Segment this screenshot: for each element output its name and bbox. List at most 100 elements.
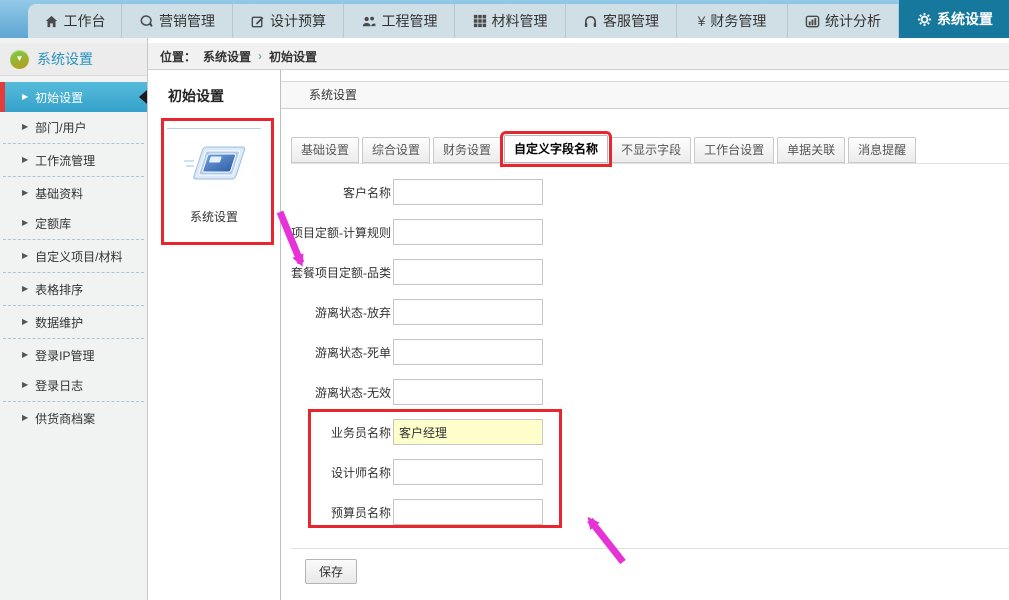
nav-item-label: 客服管理 xyxy=(603,11,659,31)
triangle-bullet-icon: ▶ xyxy=(22,381,28,389)
content-area: 系统设置 基础设置 综合设置 财务设置 自定义字段名称 不显示字段 工作台设置 … xyxy=(281,70,1009,600)
form-row: 客户名称 xyxy=(291,172,1009,212)
field-label-project-quota-rule: 项目定额-计算规则 xyxy=(291,224,391,241)
customer-name-field[interactable] xyxy=(393,179,543,205)
nav-item-materials[interactable]: 材料管理 xyxy=(455,4,566,38)
breadcrumb-item-initial-settings: 初始设置 xyxy=(269,48,317,65)
tab-hidden-fields[interactable]: 不显示字段 xyxy=(611,137,691,163)
tab-general-settings[interactable]: 综合设置 xyxy=(362,137,430,163)
panel-title: 初始设置 xyxy=(168,86,280,106)
triangle-bullet-icon: ▶ xyxy=(22,189,28,197)
tab-message-reminder[interactable]: 消息提醒 xyxy=(848,137,916,163)
sidebar-separator xyxy=(3,239,144,240)
sidebar-separator xyxy=(3,305,144,306)
triangle-bullet-icon: ▶ xyxy=(22,93,28,101)
sidebar-item-login-ip[interactable]: ▶ 登录IP管理 xyxy=(0,340,147,370)
triangle-bullet-icon: ▶ xyxy=(22,123,28,131)
headset-icon xyxy=(583,14,598,29)
nav-item-design-budget[interactable]: 设计预算 xyxy=(233,4,344,38)
triangle-bullet-icon: ▶ xyxy=(22,252,28,260)
nav-item-label: 工程管理 xyxy=(382,11,438,31)
sidebar-separator xyxy=(3,272,144,273)
tab-workbench-settings[interactable]: 工作台设置 xyxy=(694,137,774,163)
field-label-package-quota-category: 套餐项目定额-品类 xyxy=(291,264,391,281)
sidebar-item-supplier-archive[interactable]: ▶ 供货商档案 xyxy=(0,403,147,433)
sidebar-separator xyxy=(3,176,144,177)
triangle-bullet-icon: ▶ xyxy=(22,156,28,164)
sidebar-item-login-log[interactable]: ▶ 登录日志 xyxy=(0,370,147,400)
nav-item-finance[interactable]: ¥ 财务管理 xyxy=(677,4,788,38)
sidebar-separator xyxy=(3,401,144,402)
yen-icon: ¥ xyxy=(698,14,706,28)
sidebar-item-workflow[interactable]: ▶ 工作流管理 xyxy=(0,145,147,175)
nav-item-marketing[interactable]: 营销管理 xyxy=(122,4,233,38)
form-row: 设计师名称 xyxy=(291,452,1009,492)
form-divider xyxy=(291,548,1009,549)
free-status-dead-field[interactable] xyxy=(393,339,543,365)
field-label-estimator-name: 预算员名称 xyxy=(291,504,391,521)
grid-icon xyxy=(473,14,487,28)
gear-icon xyxy=(917,12,932,27)
sidebar-item-data-maintenance[interactable]: ▶ 数据维护 xyxy=(0,307,147,337)
form-row: 游离状态-放弃 xyxy=(291,292,1009,332)
sidebar-item-table-sorting[interactable]: ▶ 表格排序 xyxy=(0,274,147,304)
sidebar-separator xyxy=(3,143,144,144)
sidebar-separator xyxy=(3,338,144,339)
breadcrumb-item-system-settings[interactable]: 系统设置 xyxy=(203,48,251,65)
sidebar-item-initial-settings[interactable]: ▶ 初始设置 xyxy=(0,82,147,112)
field-label-free-status-invalid: 游离状态-无效 xyxy=(291,384,391,401)
field-label-free-status-dead: 游离状态-死单 xyxy=(291,344,391,361)
nav-item-statistics[interactable]: 统计分析 xyxy=(788,4,899,38)
sidebar: ▼ 系统设置 ▶ 初始设置 ▶ 部门/用户 ▶ 工作流管理 xyxy=(0,38,148,600)
module-panel: 初始设置 xyxy=(148,70,281,600)
chevron-down-icon: ▼ xyxy=(10,50,29,69)
edit-icon xyxy=(250,14,265,29)
system-settings-icon-label: 系统设置 xyxy=(148,208,280,225)
tab-document-relations[interactable]: 单据关联 xyxy=(777,137,845,163)
nav-item-label: 统计分析 xyxy=(825,11,881,31)
save-button[interactable]: 保存 xyxy=(305,559,357,584)
tab-custom-field-names[interactable]: 自定义字段名称 xyxy=(504,135,608,163)
sidebar-item-departments-users[interactable]: ▶ 部门/用户 xyxy=(0,112,147,142)
tab-basic-settings[interactable]: 基础设置 xyxy=(291,137,359,163)
users-icon xyxy=(361,14,377,29)
field-label-designer-name: 设计师名称 xyxy=(291,464,391,481)
breadcrumb-prefix: 位置： xyxy=(160,48,196,65)
nav-item-label: 财务管理 xyxy=(710,11,766,31)
salesperson-name-field[interactable] xyxy=(393,419,543,445)
nav-item-label: 设计预算 xyxy=(270,11,326,31)
triangle-bullet-icon: ▶ xyxy=(22,219,28,227)
project-quota-rule-field[interactable] xyxy=(393,219,543,245)
nav-item-label: 营销管理 xyxy=(159,11,215,31)
nav-item-customer-service[interactable]: 客服管理 xyxy=(566,4,677,38)
triangle-bullet-icon: ▶ xyxy=(22,351,28,359)
nav-item-system-settings[interactable]: 系统设置 xyxy=(899,0,1009,38)
nav-item-label: 系统设置 xyxy=(937,9,993,29)
sidebar-item-quota-library[interactable]: ▶ 定额库 xyxy=(0,208,147,238)
free-status-invalid-field[interactable] xyxy=(393,379,543,405)
free-status-abandon-field[interactable] xyxy=(393,299,543,325)
chat-icon xyxy=(139,14,154,29)
triangle-bullet-icon: ▶ xyxy=(22,318,28,326)
triangle-bullet-icon: ▶ xyxy=(22,414,28,422)
nav-item-engineering[interactable]: 工程管理 xyxy=(344,4,455,38)
package-quota-category-field[interactable] xyxy=(393,259,543,285)
sidebar-header[interactable]: ▼ 系统设置 xyxy=(0,43,147,76)
home-icon xyxy=(44,14,59,29)
settings-tabs: 基础设置 综合设置 财务设置 自定义字段名称 不显示字段 工作台设置 单据关联 … xyxy=(291,135,1009,164)
breadcrumb: 位置： 系统设置 › 初始设置 xyxy=(148,43,1009,70)
nav-item-label: 工作台 xyxy=(64,11,106,31)
tab-finance-settings[interactable]: 财务设置 xyxy=(433,137,501,163)
designer-name-field[interactable] xyxy=(393,459,543,485)
app-window: 工作台 营销管理 设计预算 工程管理 xyxy=(0,0,1009,600)
sidebar-item-custom-projects-materials[interactable]: ▶ 自定义项目/材料 xyxy=(0,241,147,271)
system-settings-module[interactable]: 系统设置 xyxy=(148,128,280,225)
form-row: 套餐项目定额-品类 xyxy=(291,252,1009,292)
top-nav: 工作台 营销管理 设计预算 工程管理 xyxy=(28,4,1009,38)
estimator-name-field[interactable] xyxy=(393,499,543,525)
sidebar-item-basic-data[interactable]: ▶ 基础资料 xyxy=(0,178,147,208)
content-header: 系统设置 xyxy=(281,81,1009,109)
active-notch-icon xyxy=(139,90,147,104)
nav-item-workbench[interactable]: 工作台 xyxy=(28,4,122,38)
chart-icon xyxy=(805,14,820,29)
